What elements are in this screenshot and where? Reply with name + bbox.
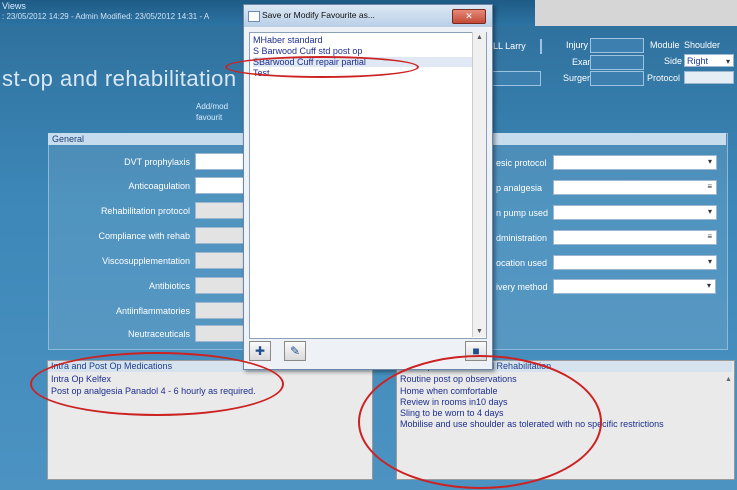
chevron-down-icon: ▾ <box>706 281 711 290</box>
label-compliance: Compliance with rehab <box>98 231 190 241</box>
label-dvt: DVT prophylaxis <box>124 157 190 167</box>
edit-button[interactable]: ✎ <box>284 341 306 361</box>
add-modify-favourite-link[interactable]: Add/mod favourit <box>196 101 228 123</box>
label-visco: Viscosupplementation <box>102 256 190 266</box>
patient-name: LL Larry <box>493 41 526 51</box>
list-icon: ≡ <box>707 232 712 241</box>
addmod-line2: favourit <box>196 113 223 122</box>
analgesic-protocol-select[interactable]: ▾ <box>553 155 717 170</box>
record-meta: : 23/05/2012 14:29 - Admin Modified: 23/… <box>2 12 210 21</box>
list-item[interactable]: MHaber standard <box>253 35 323 45</box>
postop-analgesia-field[interactable]: ≡ <box>553 180 717 195</box>
annotation-ellipse-favourite <box>225 56 419 78</box>
surgery-field[interactable] <box>590 71 644 86</box>
module-value: Shoulder <box>684 40 721 50</box>
plus-icon: ✚ <box>254 344 266 358</box>
protocol-field[interactable] <box>684 71 734 84</box>
label-anticoagulation: Anticoagulation <box>128 181 190 191</box>
protocol-label: Protocol <box>647 73 681 83</box>
delivery-method-select[interactable]: ▾ <box>553 279 716 294</box>
chevron-down-icon: ▾ <box>725 57 730 66</box>
window-icon <box>248 11 260 22</box>
hdr-box-left <box>491 71 541 86</box>
injury-field[interactable] <box>590 38 644 53</box>
pencil-icon: ✎ <box>289 344 301 358</box>
label-location-used: ocation used <box>496 258 548 268</box>
annotation-ellipse-meds <box>30 352 284 416</box>
list-scrollbar[interactable]: ▲ ▼ <box>472 32 486 337</box>
location-used-select[interactable]: ▾ <box>553 255 717 270</box>
label-neutraceuticals: Neutraceuticals <box>127 329 190 339</box>
chevron-down-icon: ▾ <box>707 157 712 166</box>
exam-field[interactable] <box>590 55 644 70</box>
list-item[interactable]: S Barwood Cuff std post op <box>253 46 362 56</box>
close-button[interactable]: ✕ <box>452 9 486 24</box>
label-postop-analgesia: p analgesia <box>496 183 543 193</box>
pump-used-select[interactable]: ▾ <box>553 205 717 220</box>
module-label: Module <box>650 40 680 50</box>
hdr-box-left2 <box>491 55 539 68</box>
chevron-down-icon: ▾ <box>707 207 712 216</box>
chevron-down-icon: ▾ <box>707 257 712 266</box>
anticoagulation-field[interactable] <box>195 177 245 194</box>
visco-field[interactable] <box>195 252 245 269</box>
label-pump-used: n pump used <box>496 208 549 218</box>
rehab-protocol-field[interactable] <box>195 202 245 219</box>
add-button[interactable]: ✚ <box>249 341 271 361</box>
antiinflammatories-field[interactable] <box>195 302 245 319</box>
administration-field[interactable]: ≡ <box>553 230 717 245</box>
scroll-up-icon[interactable]: ▲ <box>476 34 483 41</box>
scroll-up-icon[interactable]: ▲ <box>725 376 732 383</box>
menu-views[interactable]: Views <box>2 1 26 11</box>
page-title: st-op and rehabilitation <box>2 66 237 91</box>
dialog-title: Save or Modify Favourite as... <box>262 10 375 20</box>
list-icon: ≡ <box>707 182 712 191</box>
neutraceuticals-field[interactable] <box>195 325 245 342</box>
label-analgesic-protocol: esic protocol <box>496 158 547 168</box>
side-value: Right <box>687 56 709 66</box>
dialog-title-bar[interactable]: Save or Modify Favourite as... ✕ <box>244 5 492 27</box>
label-antibiotics: Antibiotics <box>148 281 190 291</box>
label-rehab-protocol: Rehabilitation protocol <box>100 206 190 216</box>
label-delivery-method: ivery method <box>496 282 548 292</box>
scroll-down-icon[interactable]: ▼ <box>476 328 483 335</box>
dvt-field[interactable] <box>195 153 245 170</box>
injury-label: Injury <box>566 40 589 50</box>
label-administration: dministration <box>496 233 548 243</box>
side-label: Side <box>664 56 683 66</box>
compliance-field[interactable] <box>195 227 245 244</box>
annotation-ellipse-rehab <box>358 355 602 489</box>
addmod-line1: Add/mod <box>196 102 229 111</box>
antibiotics-field[interactable] <box>195 277 245 294</box>
label-antiinflammatories: Antiinflammatories <box>115 306 190 316</box>
hdr-spacer <box>540 39 542 54</box>
side-select[interactable]: Right ▾ <box>684 54 734 67</box>
favourites-list[interactable]: MHaber standard S Barwood Cuff std post … <box>249 32 487 339</box>
header-grey-area <box>535 0 737 26</box>
